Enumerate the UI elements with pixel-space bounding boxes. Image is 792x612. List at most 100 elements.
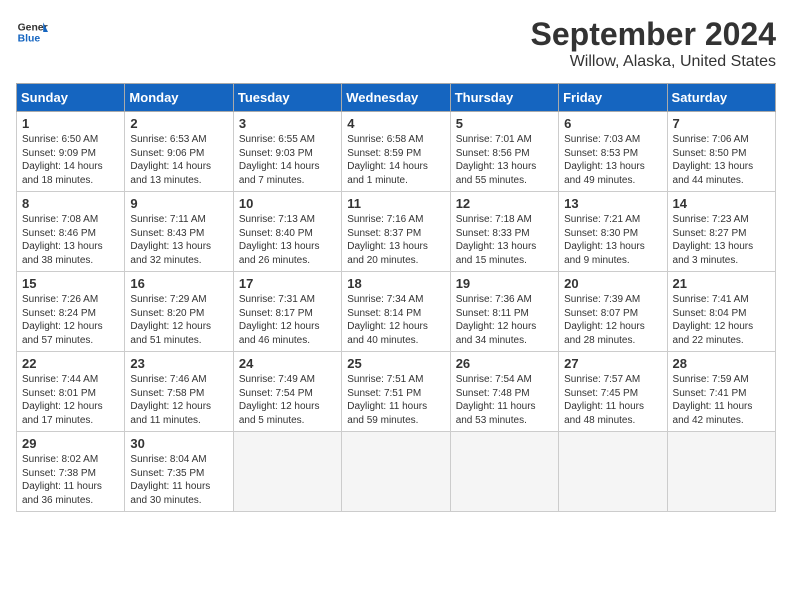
day-number: 11: [347, 196, 444, 211]
day-info: Sunrise: 7:23 AM Sunset: 8:27 PM Dayligh…: [673, 213, 770, 267]
day-info: Sunrise: 7:54 AM Sunset: 7:48 PM Dayligh…: [456, 373, 553, 427]
page-subtitle: Willow, Alaska, United States: [531, 53, 776, 71]
calendar-cell: 6 Sunrise: 7:03 AM Sunset: 8:53 PM Daylig…: [559, 112, 667, 192]
day-number: 14: [673, 196, 770, 211]
day-info: Sunrise: 7:13 AM Sunset: 8:40 PM Dayligh…: [239, 213, 336, 267]
column-header-tuesday: Tuesday: [233, 84, 341, 112]
calendar-cell: 30 Sunrise: 8:04 AM Sunset: 7:35 PM Dayli…: [125, 432, 233, 512]
day-number: 2: [130, 116, 227, 131]
calendar-cell: 24 Sunrise: 7:49 AM Sunset: 7:54 PM Dayli…: [233, 352, 341, 432]
day-number: 18: [347, 276, 444, 291]
day-info: Sunrise: 7:26 AM Sunset: 8:24 PM Dayligh…: [22, 293, 119, 347]
calendar-cell: 9 Sunrise: 7:11 AM Sunset: 8:43 PM Daylig…: [125, 192, 233, 272]
calendar-cell: 5 Sunrise: 7:01 AM Sunset: 8:56 PM Daylig…: [450, 112, 558, 192]
day-number: 3: [239, 116, 336, 131]
calendar-cell: 10 Sunrise: 7:13 AM Sunset: 8:40 PM Dayli…: [233, 192, 341, 272]
day-info: Sunrise: 8:04 AM Sunset: 7:35 PM Dayligh…: [130, 453, 227, 507]
day-number: 25: [347, 356, 444, 371]
day-number: 9: [130, 196, 227, 211]
day-info: Sunrise: 7:06 AM Sunset: 8:50 PM Dayligh…: [673, 133, 770, 187]
calendar-cell: 4 Sunrise: 6:58 AM Sunset: 8:59 PM Daylig…: [342, 112, 450, 192]
calendar-cell: 28 Sunrise: 7:59 AM Sunset: 7:41 PM Dayli…: [667, 352, 775, 432]
day-number: 6: [564, 116, 661, 131]
day-number: 29: [22, 436, 119, 451]
calendar-cell: 19 Sunrise: 7:36 AM Sunset: 8:11 PM Dayli…: [450, 272, 558, 352]
day-info: Sunrise: 7:18 AM Sunset: 8:33 PM Dayligh…: [456, 213, 553, 267]
day-info: Sunrise: 7:16 AM Sunset: 8:37 PM Dayligh…: [347, 213, 444, 267]
day-info: Sunrise: 7:46 AM Sunset: 7:58 PM Dayligh…: [130, 373, 227, 427]
logo-icon: General Blue: [16, 16, 48, 48]
calendar-cell: 8 Sunrise: 7:08 AM Sunset: 8:46 PM Daylig…: [17, 192, 125, 272]
calendar-header-row: SundayMondayTuesdayWednesdayThursdayFrid…: [17, 84, 776, 112]
day-number: 22: [22, 356, 119, 371]
day-info: Sunrise: 7:03 AM Sunset: 8:53 PM Dayligh…: [564, 133, 661, 187]
day-number: 20: [564, 276, 661, 291]
logo: General Blue: [16, 16, 48, 48]
calendar-cell: [559, 432, 667, 512]
day-info: Sunrise: 7:34 AM Sunset: 8:14 PM Dayligh…: [347, 293, 444, 347]
day-number: 13: [564, 196, 661, 211]
day-info: Sunrise: 7:57 AM Sunset: 7:45 PM Dayligh…: [564, 373, 661, 427]
day-number: 28: [673, 356, 770, 371]
day-info: Sunrise: 6:53 AM Sunset: 9:06 PM Dayligh…: [130, 133, 227, 187]
calendar-table: SundayMondayTuesdayWednesdayThursdayFrid…: [16, 83, 776, 512]
column-header-thursday: Thursday: [450, 84, 558, 112]
day-number: 26: [456, 356, 553, 371]
day-number: 17: [239, 276, 336, 291]
day-info: Sunrise: 7:01 AM Sunset: 8:56 PM Dayligh…: [456, 133, 553, 187]
calendar-cell: 26 Sunrise: 7:54 AM Sunset: 7:48 PM Dayli…: [450, 352, 558, 432]
calendar-cell: 7Sunrise: 7:06 AM Sunset: 8:50 PM Daylig…: [667, 112, 775, 192]
svg-text:Blue: Blue: [18, 34, 41, 45]
day-info: Sunrise: 7:08 AM Sunset: 8:46 PM Dayligh…: [22, 213, 119, 267]
calendar-week-row: 22 Sunrise: 7:44 AM Sunset: 8:01 PM Dayli…: [17, 352, 776, 432]
day-info: Sunrise: 6:55 AM Sunset: 9:03 PM Dayligh…: [239, 133, 336, 187]
calendar-cell: 25 Sunrise: 7:51 AM Sunset: 7:51 PM Dayli…: [342, 352, 450, 432]
calendar-week-row: 1Sunrise: 6:50 AM Sunset: 9:09 PM Daylig…: [17, 112, 776, 192]
day-number: 30: [130, 436, 227, 451]
day-number: 10: [239, 196, 336, 211]
calendar-cell: 18 Sunrise: 7:34 AM Sunset: 8:14 PM Dayli…: [342, 272, 450, 352]
calendar-cell: 29 Sunrise: 8:02 AM Sunset: 7:38 PM Dayli…: [17, 432, 125, 512]
day-number: 24: [239, 356, 336, 371]
day-number: 1: [22, 116, 119, 131]
day-number: 12: [456, 196, 553, 211]
day-info: Sunrise: 7:44 AM Sunset: 8:01 PM Dayligh…: [22, 373, 119, 427]
calendar-cell: 12 Sunrise: 7:18 AM Sunset: 8:33 PM Dayli…: [450, 192, 558, 272]
day-info: Sunrise: 7:49 AM Sunset: 7:54 PM Dayligh…: [239, 373, 336, 427]
day-number: 16: [130, 276, 227, 291]
day-number: 19: [456, 276, 553, 291]
calendar-cell: 1Sunrise: 6:50 AM Sunset: 9:09 PM Daylig…: [17, 112, 125, 192]
day-info: Sunrise: 7:31 AM Sunset: 8:17 PM Dayligh…: [239, 293, 336, 347]
page-header: General Blue September 2024 Willow, Alas…: [16, 16, 776, 71]
calendar-week-row: 15Sunrise: 7:26 AM Sunset: 8:24 PM Dayli…: [17, 272, 776, 352]
day-info: Sunrise: 7:51 AM Sunset: 7:51 PM Dayligh…: [347, 373, 444, 427]
day-number: 4: [347, 116, 444, 131]
day-number: 5: [456, 116, 553, 131]
day-info: Sunrise: 8:02 AM Sunset: 7:38 PM Dayligh…: [22, 453, 119, 507]
calendar-cell: [342, 432, 450, 512]
column-header-saturday: Saturday: [667, 84, 775, 112]
calendar-cell: 16 Sunrise: 7:29 AM Sunset: 8:20 PM Dayli…: [125, 272, 233, 352]
calendar-cell: 2 Sunrise: 6:53 AM Sunset: 9:06 PM Daylig…: [125, 112, 233, 192]
day-info: Sunrise: 7:29 AM Sunset: 8:20 PM Dayligh…: [130, 293, 227, 347]
calendar-cell: 13Sunrise: 7:21 AM Sunset: 8:30 PM Dayli…: [559, 192, 667, 272]
column-header-wednesday: Wednesday: [342, 84, 450, 112]
day-number: 27: [564, 356, 661, 371]
calendar-cell: 20 Sunrise: 7:39 AM Sunset: 8:07 PM Dayli…: [559, 272, 667, 352]
calendar-cell: [233, 432, 341, 512]
calendar-cell: 3 Sunrise: 6:55 AM Sunset: 9:03 PM Daylig…: [233, 112, 341, 192]
day-info: Sunrise: 7:39 AM Sunset: 8:07 PM Dayligh…: [564, 293, 661, 347]
calendar-cell: 27 Sunrise: 7:57 AM Sunset: 7:45 PM Dayli…: [559, 352, 667, 432]
calendar-cell: 21Sunrise: 7:41 AM Sunset: 8:04 PM Dayli…: [667, 272, 775, 352]
day-info: Sunrise: 6:58 AM Sunset: 8:59 PM Dayligh…: [347, 133, 444, 187]
calendar-cell: 14 Sunrise: 7:23 AM Sunset: 8:27 PM Dayli…: [667, 192, 775, 272]
day-info: Sunrise: 7:36 AM Sunset: 8:11 PM Dayligh…: [456, 293, 553, 347]
calendar-cell: 23Sunrise: 7:46 AM Sunset: 7:58 PM Dayli…: [125, 352, 233, 432]
page-title: September 2024: [531, 16, 776, 53]
day-info: Sunrise: 7:59 AM Sunset: 7:41 PM Dayligh…: [673, 373, 770, 427]
day-info: Sunrise: 7:11 AM Sunset: 8:43 PM Dayligh…: [130, 213, 227, 267]
calendar-cell: [667, 432, 775, 512]
calendar-week-row: 29 Sunrise: 8:02 AM Sunset: 7:38 PM Dayli…: [17, 432, 776, 512]
day-number: 8: [22, 196, 119, 211]
calendar-cell: [450, 432, 558, 512]
